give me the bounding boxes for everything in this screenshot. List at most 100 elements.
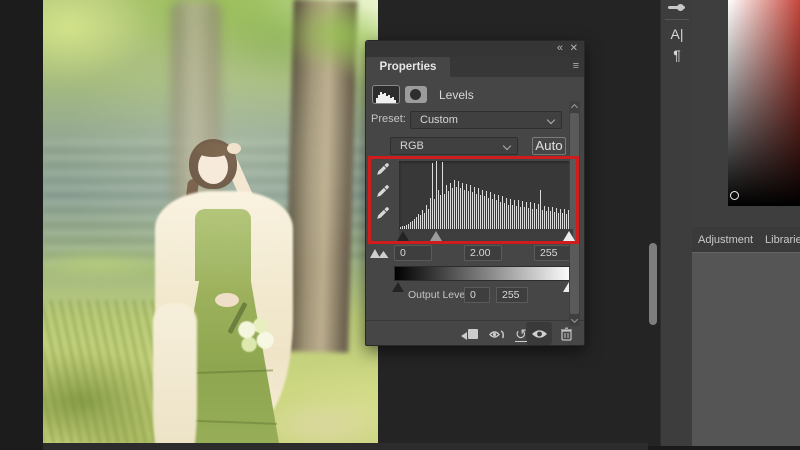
histogram-bar (502, 196, 503, 229)
histogram-bar (468, 190, 469, 229)
histogram-bar (500, 201, 501, 229)
view-previous-state-icon[interactable] (488, 325, 506, 343)
histogram-bar (488, 197, 489, 229)
histogram-bar (460, 188, 461, 229)
canvas-photo[interactable] (43, 0, 378, 443)
auto-button[interactable]: Auto (532, 137, 566, 155)
histogram-bar (558, 212, 559, 229)
dock-bottom-edge (648, 446, 800, 450)
workspace-bottom-strip (43, 443, 648, 450)
workspace-left-strip (0, 0, 43, 450)
collapse-panel-icon[interactable]: « (557, 42, 563, 54)
preset-value: Custom (420, 114, 458, 126)
histogram-bar (416, 216, 417, 229)
histogram-bar (490, 192, 491, 229)
preset-label: Preset: (371, 113, 406, 125)
histogram-bar (444, 193, 445, 229)
output-white-field[interactable]: 255 (496, 287, 528, 303)
preset-row: Preset: Custom (366, 111, 584, 129)
histogram-bar (512, 205, 513, 229)
clip-to-layer-icon[interactable] (461, 325, 479, 343)
histogram-bar (410, 222, 411, 229)
properties-panel: « ✕ Properties ≡ Levels Preset: Custom R… (365, 40, 585, 346)
channel-value: RGB (400, 140, 424, 152)
delete-adjustment-icon[interactable] (557, 325, 575, 343)
panel-scrollbar[interactable] (569, 101, 580, 326)
input-gamma-field[interactable]: 2.00 (464, 245, 502, 261)
input-white-field[interactable]: 255 (534, 245, 572, 261)
toggle-visibility-eye-icon[interactable] (530, 325, 548, 343)
histogram-bar (492, 199, 493, 229)
scroll-down-icon[interactable] (570, 315, 578, 324)
histogram-bar (514, 199, 515, 229)
histogram-bar (446, 185, 447, 229)
histogram-bar (546, 210, 547, 229)
histogram-bar (422, 209, 423, 229)
histogram-bar (538, 203, 539, 229)
input-black-slider[interactable] (397, 231, 409, 241)
paragraph-panel-icon[interactable]: ¶ (661, 47, 693, 63)
input-slider-track (397, 229, 575, 242)
histogram-bar (520, 206, 521, 229)
dock-divider-handle[interactable] (649, 243, 657, 325)
histogram-bar (476, 193, 477, 229)
reset-icon[interactable]: ↺ (512, 325, 530, 343)
panel-header: « ✕ (366, 41, 584, 57)
tab-libraries[interactable]: Libraries (759, 234, 800, 246)
strip-divider (665, 19, 689, 20)
output-levels-row: Output Levels: 0 255 (366, 286, 584, 304)
histogram-bar (536, 209, 537, 229)
histogram-bar (434, 199, 435, 229)
histogram-icon (376, 92, 396, 103)
histogram-bar (474, 186, 475, 229)
histogram-bar (456, 186, 457, 229)
histogram-bar (524, 207, 525, 229)
histogram-bar (484, 196, 485, 229)
histogram-bar (566, 214, 567, 229)
histogram-bar (506, 197, 507, 229)
levels-adjustment-icon[interactable] (372, 85, 400, 104)
color-selector-ring[interactable] (730, 191, 739, 200)
histogram-bar (526, 201, 527, 229)
white-point-eyedropper-icon[interactable] (375, 206, 391, 222)
close-panel-icon[interactable]: ✕ (570, 43, 578, 54)
gray-point-eyedropper-icon[interactable] (375, 184, 391, 200)
histogram-bars (399, 161, 573, 229)
tab-properties[interactable]: Properties (366, 57, 450, 77)
histogram-bar (448, 190, 449, 229)
histogram-bar (432, 163, 433, 229)
tab-adjustment[interactable]: Adjustment (692, 234, 759, 246)
levels-histogram[interactable] (399, 161, 573, 229)
histogram-bar (478, 188, 479, 229)
channel-dropdown[interactable]: RGB (390, 137, 518, 155)
input-black-field[interactable]: 0 (394, 245, 432, 261)
histogram-bar (534, 203, 535, 229)
chevron-down-icon (502, 141, 512, 151)
histogram-bar (472, 192, 473, 229)
scroll-up-icon[interactable] (570, 103, 578, 112)
histogram-bar (518, 200, 519, 229)
histogram-bar (436, 161, 437, 229)
input-white-slider[interactable] (563, 231, 575, 241)
histogram-bar (516, 205, 517, 229)
histogram-bar (470, 185, 471, 229)
sliders-icon[interactable] (668, 4, 685, 11)
histogram-bar (438, 189, 439, 229)
black-point-eyedropper-icon[interactable] (375, 162, 391, 178)
histogram-bar (544, 205, 545, 229)
input-gray-slider[interactable] (429, 231, 442, 241)
color-picker-field[interactable] (728, 0, 800, 206)
output-gradient-bar (394, 266, 573, 281)
layer-mask-icon[interactable] (405, 86, 427, 103)
histogram-bar (522, 201, 523, 229)
character-panel-icon[interactable]: A| (661, 26, 693, 42)
preset-dropdown[interactable]: Custom (410, 111, 562, 129)
histogram-bar (550, 211, 551, 229)
panel-menu-icon[interactable]: ≡ (573, 60, 579, 72)
output-black-field[interactable]: 0 (464, 287, 490, 303)
scrollbar-thumb[interactable] (570, 113, 579, 314)
photoshop-window: « ✕ Properties ≡ Levels Preset: Custom R… (0, 0, 800, 450)
histogram-bar (440, 195, 441, 229)
histogram-bar (510, 199, 511, 229)
histogram-bar (482, 189, 483, 229)
